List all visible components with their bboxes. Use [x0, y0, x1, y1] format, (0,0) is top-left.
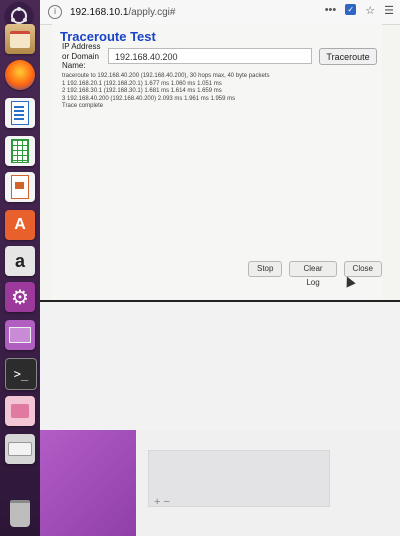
drive-icon[interactable]	[5, 434, 35, 464]
amazon-icon[interactable]: a	[5, 246, 35, 276]
terminal-icon[interactable]: >_	[5, 358, 37, 390]
background-window	[40, 300, 400, 432]
toolbar-right: ••• ✓ ☆ ☰	[325, 4, 394, 17]
software-center-icon[interactable]: A	[5, 210, 35, 240]
url-text[interactable]: 192.168.10.1/apply.cgi#	[70, 7, 175, 18]
empty-list	[148, 450, 330, 507]
pocket-icon[interactable]: ✓	[345, 4, 357, 15]
network-icon[interactable]	[5, 396, 35, 426]
info-icon[interactable]: i	[48, 5, 62, 19]
workspace-icon[interactable]	[5, 320, 35, 350]
traceroute-dialog: Traceroute Test IP Address or Domain Nam…	[52, 24, 382, 300]
ip-address-input[interactable]: 192.168.40.200	[108, 48, 312, 64]
trash-icon[interactable]	[5, 498, 35, 528]
background-panel: + −	[136, 430, 400, 536]
add-remove-controls[interactable]: + −	[154, 496, 170, 508]
traceroute-button[interactable]: Traceroute	[319, 48, 377, 65]
page-actions-icon[interactable]: •••	[325, 4, 337, 17]
settings-icon[interactable]: ⚙	[5, 282, 35, 312]
stop-button[interactable]: Stop	[248, 261, 283, 277]
log-line: traceroute to 192.168.40.200 (192.168.40…	[62, 73, 270, 79]
firefox-icon[interactable]	[5, 60, 35, 90]
files-icon[interactable]	[5, 24, 35, 54]
log-line: 1 192.168.20.1 (192.168.20.1) 1.677 ms 1…	[62, 80, 222, 87]
impress-icon[interactable]	[5, 172, 35, 202]
browser-window: i 192.168.10.1/apply.cgi# ••• ✓ ☆ ☰ Trac…	[40, 0, 400, 300]
hamburger-icon[interactable]: ☰	[384, 4, 394, 17]
address-bar[interactable]: i 192.168.10.1/apply.cgi# ••• ✓ ☆ ☰	[40, 0, 400, 25]
dialog-buttons: Stop Clear Log Close	[248, 261, 382, 287]
log-line: 3 192.168.40.200 (192.168.40.200) 2.093 …	[62, 95, 236, 102]
ip-address-label: IP Address or Domain Name:	[62, 42, 101, 70]
log-line: 2 192.168.30.1 (192.168.30.1) 1.681 ms 1…	[62, 88, 222, 94]
traceroute-log: traceroute to 192.168.40.200 (192.168.40…	[62, 73, 269, 111]
clear-log-button[interactable]: Clear Log	[289, 261, 337, 287]
launcher: A a ⚙ >_	[0, 0, 41, 536]
calc-icon[interactable]	[5, 136, 35, 166]
bookmark-star-icon[interactable]: ☆	[365, 4, 375, 17]
log-line: Trace complete	[62, 103, 104, 109]
writer-icon[interactable]	[5, 98, 35, 128]
